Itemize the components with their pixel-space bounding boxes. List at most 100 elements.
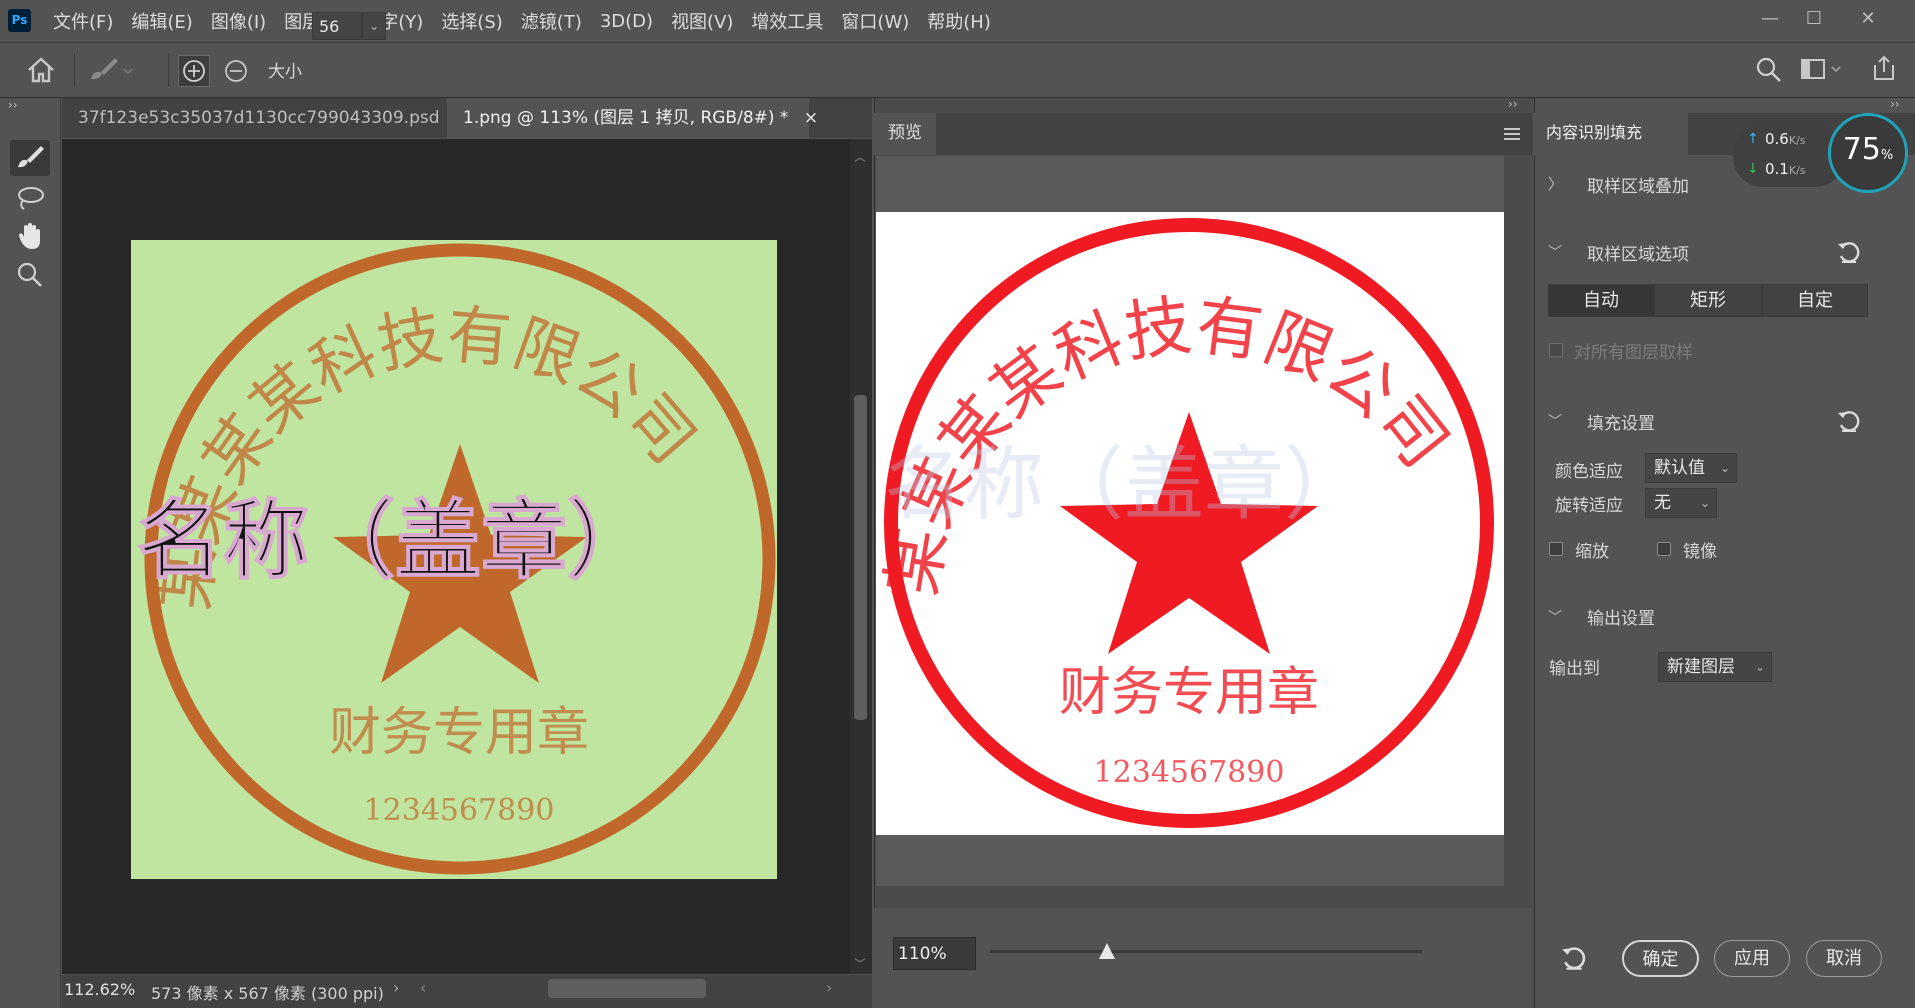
upload-arrow-icon: ↑ bbox=[1747, 131, 1759, 147]
download-arrow-icon: ↓ bbox=[1747, 161, 1759, 177]
document-info: 573 像素 x 567 像素 (300 ppi) bbox=[151, 980, 384, 1004]
status-menu-chevron-icon[interactable]: › bbox=[393, 978, 399, 997]
close-window-button[interactable]: ✕ bbox=[1848, 4, 1888, 34]
cancel-button[interactable]: 取消 bbox=[1806, 940, 1882, 977]
tab-close-icon[interactable]: × bbox=[804, 108, 818, 128]
size-dropdown-chevron-icon[interactable]: ⌄ bbox=[362, 12, 386, 40]
menu-help[interactable]: 帮助(H) bbox=[918, 8, 1000, 34]
scroll-left-icon[interactable]: ‹ bbox=[420, 978, 426, 997]
menu-window[interactable]: 窗口(W) bbox=[832, 8, 918, 34]
rotation-adaptation-value: 无 bbox=[1654, 493, 1671, 513]
scroll-up-icon[interactable]: ︿ bbox=[854, 148, 866, 165]
section-output-settings[interactable]: 输出设置 bbox=[1587, 604, 1655, 629]
expand-right-panel-icon[interactable]: ›› bbox=[1890, 97, 1900, 111]
usage-percent: 75% bbox=[1833, 132, 1903, 167]
scroll-right-icon[interactable]: › bbox=[826, 978, 832, 997]
sample-all-layers-label: 对所有图层取样 bbox=[1574, 338, 1693, 363]
document-image[interactable]: 某某某某科技有限公司 财务专用章 1234567890 名称（盖章） bbox=[131, 240, 777, 879]
preview-zoom-slider[interactable] bbox=[990, 950, 1422, 953]
output-to-label: 输出到 bbox=[1549, 654, 1600, 679]
vertical-scroll-thumb[interactable] bbox=[854, 395, 867, 720]
lasso-tool-icon[interactable] bbox=[10, 180, 50, 216]
chevron-down-icon: ⌄ bbox=[1700, 489, 1710, 517]
rotation-adaptation-label: 旋转适应 bbox=[1555, 491, 1623, 516]
mirror-label: 镜像 bbox=[1683, 537, 1717, 562]
seal-number-text: 1234567890 bbox=[364, 793, 555, 828]
horizontal-scroll-thumb[interactable] bbox=[548, 979, 706, 998]
segment-rectangle[interactable]: 矩形 bbox=[1654, 284, 1762, 317]
menu-3d[interactable]: 3D(D) bbox=[591, 11, 662, 32]
chevron-down-icon: ⌄ bbox=[1755, 653, 1765, 681]
home-icon[interactable] bbox=[26, 56, 56, 89]
apply-button[interactable]: 应用 bbox=[1714, 940, 1790, 977]
main-menu: 文件(F) 编辑(E) 图像(I) 图层(L) 文字(Y) 选择(S) 滤镜(T… bbox=[44, 0, 1000, 42]
preview-tab-bar bbox=[874, 113, 1532, 155]
seal-dept-text: 财务专用章 bbox=[329, 703, 589, 763]
menu-select[interactable]: 选择(S) bbox=[432, 8, 511, 34]
tab-preview[interactable]: 预览 bbox=[874, 113, 936, 155]
panel-menu-icon[interactable] bbox=[1503, 126, 1521, 147]
upload-speed: 0.6K/s bbox=[1765, 130, 1806, 148]
scroll-down-icon[interactable]: ﹀ bbox=[854, 955, 866, 972]
segment-custom[interactable]: 自定 bbox=[1762, 284, 1868, 317]
color-adaptation-label: 颜色适应 bbox=[1555, 457, 1623, 482]
brush-preset-icon[interactable] bbox=[88, 55, 134, 90]
chevron-down-icon[interactable]: ﹀ bbox=[1548, 607, 1562, 627]
menu-file[interactable]: 文件(F) bbox=[44, 8, 122, 34]
tab-label: 37f123e53c35037d1130cc799043309.psd bbox=[78, 108, 440, 128]
tab-psd-document[interactable]: 37f123e53c35037d1130cc799043309.psd × bbox=[62, 98, 444, 138]
download-speed: 0.1K/s bbox=[1765, 160, 1806, 178]
color-adaptation-select[interactable]: 默认值 ⌄ bbox=[1645, 453, 1737, 483]
preview-ghost-text: 名称（盖章） bbox=[884, 438, 1364, 531]
network-speed-widget[interactable]: ↑ 0.6K/s ↓ 0.1K/s 75% bbox=[1733, 113, 1908, 195]
remove-brush-tool-icon[interactable] bbox=[10, 140, 50, 176]
subtract-from-selection-icon[interactable] bbox=[221, 56, 251, 91]
menu-image[interactable]: 图像(I) bbox=[202, 8, 275, 34]
preview-image[interactable]: 某某某某科技有限公司 财务专用章 1234567890 名称（盖章） bbox=[876, 212, 1504, 835]
section-sampling-options[interactable]: 取样区域选项 bbox=[1587, 240, 1689, 265]
scale-label: 缩放 bbox=[1575, 537, 1609, 562]
minimize-button[interactable]: — bbox=[1750, 4, 1790, 34]
reset-sampling-icon[interactable] bbox=[1836, 240, 1862, 271]
tab-label: 1.png @ 113% (图层 1 拷贝, RGB/8#) * bbox=[463, 108, 788, 128]
size-input[interactable]: 56 bbox=[312, 12, 362, 40]
overlay-name-stamp-text: 名称（盖章） bbox=[137, 490, 653, 591]
maximize-button[interactable]: ☐ bbox=[1794, 4, 1834, 34]
hand-tool-icon[interactable] bbox=[10, 218, 50, 254]
menu-edit[interactable]: 编辑(E) bbox=[122, 8, 201, 34]
chevron-down-icon[interactable]: ﹀ bbox=[1548, 242, 1562, 262]
chevron-down-icon: ⌄ bbox=[1720, 454, 1730, 482]
rotation-adaptation-select[interactable]: 无 ⌄ bbox=[1645, 488, 1717, 518]
collapse-toolbar-icon[interactable]: ›› bbox=[8, 98, 18, 112]
photoshop-logo: Ps bbox=[8, 9, 31, 32]
divider bbox=[74, 53, 75, 87]
tab-png-document[interactable]: 1.png @ 113% (图层 1 拷贝, RGB/8#) * × bbox=[447, 98, 809, 138]
preview-seal-number-text: 1234567890 bbox=[1094, 755, 1285, 790]
zoom-tool-icon[interactable] bbox=[10, 257, 50, 293]
add-to-selection-icon[interactable] bbox=[178, 55, 210, 87]
sample-all-layers-checkbox[interactable] bbox=[1549, 343, 1563, 357]
workspace-icon[interactable] bbox=[1800, 58, 1844, 87]
menu-plugins[interactable]: 增效工具 bbox=[742, 8, 832, 34]
menu-filter[interactable]: 滤镜(T) bbox=[512, 8, 591, 34]
section-fill-settings[interactable]: 填充设置 bbox=[1587, 409, 1655, 434]
reset-all-icon[interactable] bbox=[1560, 945, 1588, 978]
output-to-value: 新建图层 bbox=[1667, 657, 1735, 677]
preview-zoom-input[interactable]: 110% bbox=[893, 937, 976, 970]
output-to-select[interactable]: 新建图层 ⌄ bbox=[1658, 652, 1772, 682]
tab-content-aware-fill[interactable]: 内容识别填充 bbox=[1534, 113, 1688, 155]
chevron-down-icon[interactable]: ﹀ bbox=[1548, 411, 1562, 431]
share-icon[interactable] bbox=[1870, 54, 1898, 87]
section-sampling-overlay[interactable]: 取样区域叠加 bbox=[1587, 172, 1689, 197]
search-icon[interactable] bbox=[1755, 56, 1783, 89]
chevron-right-icon[interactable]: 〉 bbox=[1548, 173, 1563, 194]
ok-button[interactable]: 确定 bbox=[1622, 940, 1699, 977]
scale-checkbox[interactable] bbox=[1549, 542, 1563, 556]
reset-fill-icon[interactable] bbox=[1836, 409, 1862, 440]
menu-view[interactable]: 视图(V) bbox=[662, 8, 742, 34]
expand-panel-icon[interactable]: ›› bbox=[1508, 97, 1518, 111]
segment-auto[interactable]: 自动 bbox=[1548, 284, 1654, 317]
zoom-level-readout[interactable]: 112.62% bbox=[64, 980, 135, 999]
mirror-checkbox[interactable] bbox=[1657, 542, 1671, 556]
preview-zoom-slider-handle[interactable] bbox=[1099, 943, 1115, 959]
